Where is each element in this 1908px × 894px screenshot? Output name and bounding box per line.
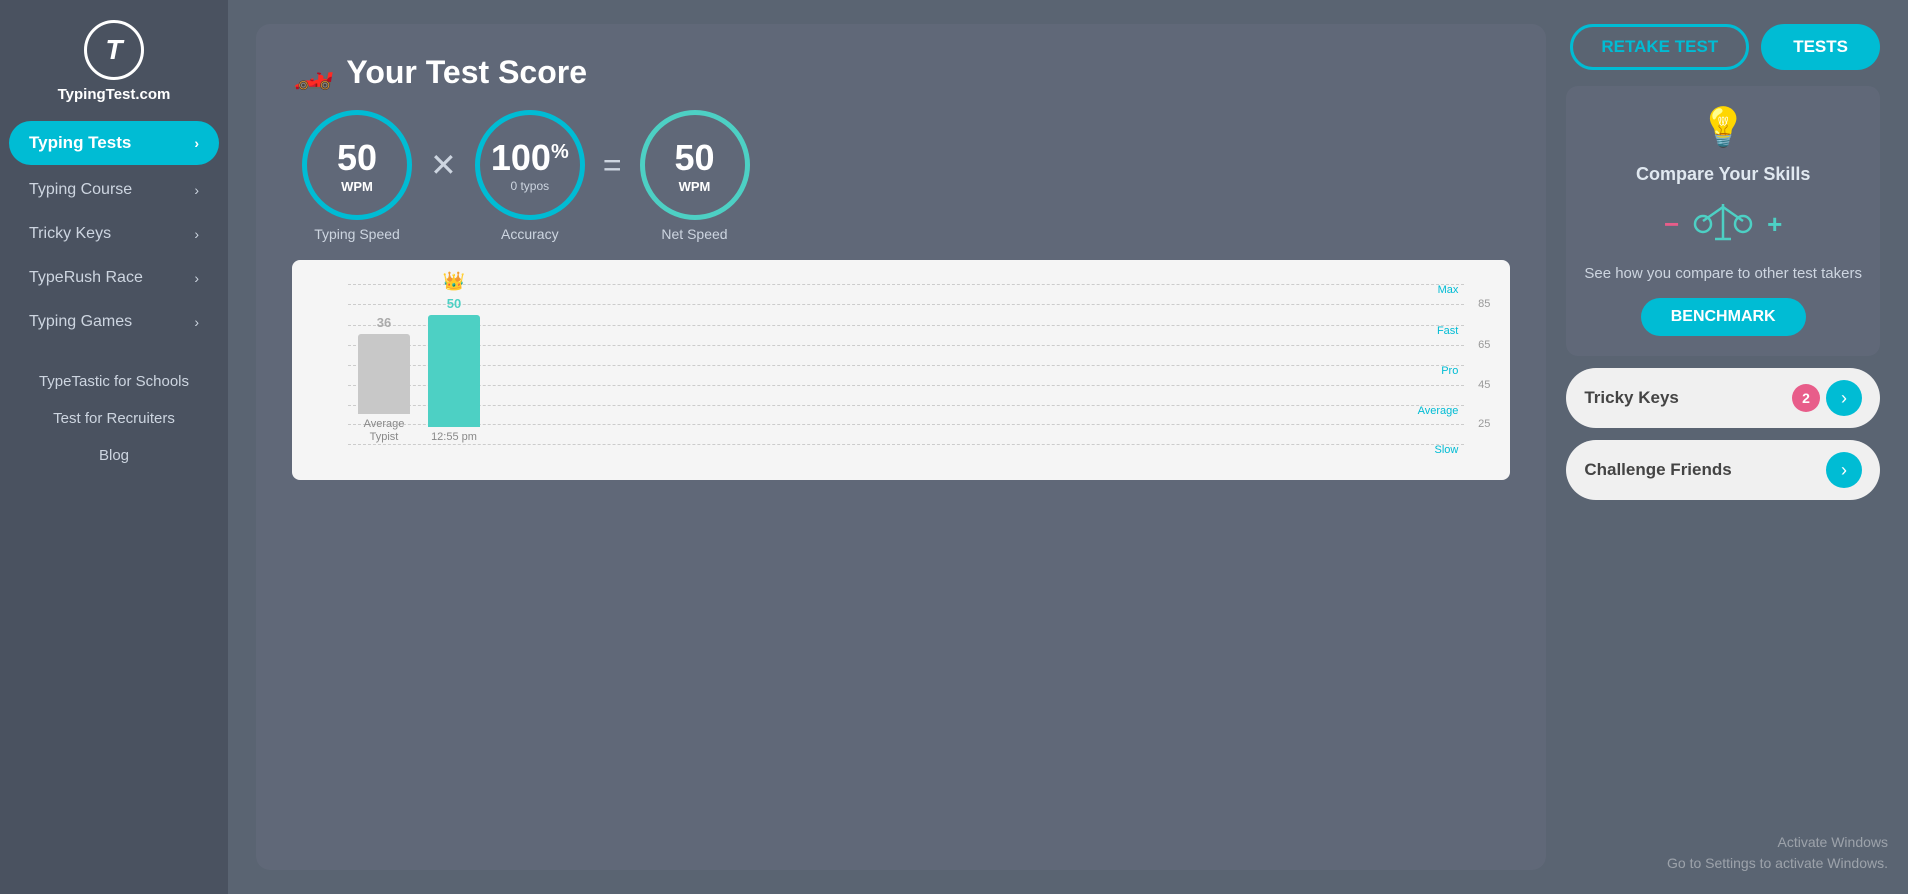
nav-label-typing-games: Typing Games (29, 313, 132, 331)
accuracy-sub: 0 typos (510, 179, 549, 193)
logo-icon: T (105, 34, 122, 66)
typing-speed-container: 50 WPM Typing Speed (302, 110, 412, 242)
compare-title: Compare Your Skills (1636, 164, 1810, 185)
plus-icon: + (1767, 209, 1782, 240)
speedometer-icon: 🏎️ (292, 52, 334, 92)
equals-operator: = (603, 147, 622, 206)
accuracy-value: 100 (491, 137, 551, 179)
content-area: 🏎️ Your Test Score 50 WPM Typing Speed ✕ (256, 24, 1880, 870)
chart-line-85 (348, 304, 1464, 305)
bar-avg-value: 36 (377, 315, 391, 330)
nav-label-typing-course: Typing Course (29, 181, 132, 199)
chart-y-45: 45 (1478, 379, 1490, 391)
accuracy-container: 100 % 0 typos Accuracy (475, 110, 585, 242)
sidebar: T TypingTest.com Typing Tests › Typing C… (0, 0, 228, 894)
retake-test-button[interactable]: RETAKE TEST (1570, 24, 1749, 70)
chevron-right-icon: › (194, 270, 199, 286)
percent-sign: % (551, 137, 569, 164)
nav-label-typing-tests: Typing Tests (29, 133, 131, 153)
right-panel: RETAKE TEST TESTS 💡 Compare Your Skills … (1566, 24, 1880, 870)
chevron-right-icon: › (194, 182, 199, 198)
chart-line-25 (348, 424, 1464, 425)
bar-avg-label: AverageTypist (364, 418, 405, 444)
chart-line-65 (348, 345, 1464, 346)
compare-card: 💡 Compare Your Skills − + See ho (1566, 86, 1880, 356)
chart-line-pro (348, 365, 1464, 366)
crown-icon: 👑 (443, 271, 465, 292)
chart-line-avg (348, 405, 1464, 406)
compare-scales: − + (1664, 199, 1782, 249)
sidebar-item-tricky-keys[interactable]: Tricky Keys › (9, 213, 219, 255)
nav-label-typerush-race: TypeRush Race (29, 269, 143, 287)
sidebar-item-typing-tests[interactable]: Typing Tests › (9, 121, 219, 165)
nav-label-tricky-keys: Tricky Keys (29, 225, 111, 243)
logo-text: TypingTest.com (58, 86, 171, 103)
net-speed-container: 50 WPM Net Speed (640, 110, 750, 242)
net-speed-unit: WPM (679, 179, 711, 194)
score-header: 🏎️ Your Test Score (292, 52, 1510, 92)
tricky-keys-row[interactable]: Tricky Keys 2 › (1566, 368, 1880, 428)
compare-description: See how you compare to other test takers (1584, 263, 1862, 284)
challenge-friends-arrow[interactable]: › (1826, 452, 1862, 488)
sidebar-item-blog[interactable]: Blog (9, 437, 219, 474)
benchmark-button[interactable]: BENCHMARK (1641, 298, 1806, 336)
chevron-right-icon: › (194, 135, 199, 151)
multiply-operator: ✕ (430, 146, 457, 206)
challenge-friends-row[interactable]: Challenge Friends › (1566, 440, 1880, 500)
chevron-right-icon: › (194, 314, 199, 330)
challenge-friends-label: Challenge Friends (1584, 460, 1731, 480)
bar-avg (358, 334, 410, 414)
chart-line-slow (348, 444, 1464, 445)
chart-label-max: Max (1438, 284, 1459, 296)
minus-icon: − (1664, 209, 1679, 240)
chart-inner: 85 65 45 25 Max Fast Pro Average Slow 36 (308, 274, 1494, 472)
accuracy-label: Accuracy (501, 226, 559, 242)
logo-area: T TypingTest.com (58, 20, 171, 103)
sidebar-item-typing-games[interactable]: Typing Games › (9, 301, 219, 343)
chart-bars: 36 AverageTypist 👑 50 12:55 pm (358, 271, 480, 444)
bar-user-value: 50 (447, 296, 461, 311)
lightbulb-icon: 💡 (1700, 106, 1747, 150)
accuracy-circle: 100 % 0 typos (475, 110, 585, 220)
typing-speed-label: Typing Speed (314, 226, 400, 242)
bar-user (428, 315, 480, 427)
bar-user-label: 12:55 pm (431, 431, 477, 444)
tricky-keys-badge: 2 (1792, 384, 1820, 412)
score-title: Your Test Score (346, 54, 587, 91)
sidebar-item-typing-course[interactable]: Typing Course › (9, 169, 219, 211)
sidebar-item-typerush-race[interactable]: TypeRush Race › (9, 257, 219, 299)
net-speed-circle: 50 WPM (640, 110, 750, 220)
chart-label-average: Average (1418, 405, 1459, 417)
chart-label-fast: Fast (1437, 325, 1458, 337)
sidebar-item-typetastic[interactable]: TypeTastic for Schools (9, 363, 219, 400)
main-content: 🏎️ Your Test Score 50 WPM Typing Speed ✕ (228, 0, 1908, 894)
scales-icon (1693, 199, 1753, 249)
tricky-keys-label: Tricky Keys (1584, 388, 1679, 408)
chart-y-85: 85 (1478, 298, 1490, 310)
tricky-keys-arrow[interactable]: › (1826, 380, 1862, 416)
chart-y-65: 65 (1478, 339, 1490, 351)
chart-y-25: 25 (1478, 418, 1490, 430)
sidebar-item-test-recruiters[interactable]: Test for Recruiters (9, 400, 219, 437)
score-circles: 50 WPM Typing Speed ✕ 100 % 0 typos Accu (292, 110, 1510, 242)
net-speed-value: 50 (674, 137, 714, 179)
typing-speed-unit: WPM (341, 179, 373, 194)
logo-circle: T (84, 20, 144, 80)
net-speed-label: Net Speed (661, 226, 727, 242)
chevron-right-icon: › (194, 226, 199, 242)
typing-speed-value: 50 (337, 137, 377, 179)
chart-label-slow: Slow (1435, 444, 1459, 456)
bar-user-group: 👑 50 12:55 pm (428, 271, 480, 444)
chart-line-45 (348, 385, 1464, 386)
bar-avg-group: 36 AverageTypist (358, 315, 410, 444)
typing-speed-circle: 50 WPM (302, 110, 412, 220)
action-buttons: RETAKE TEST TESTS (1566, 24, 1880, 70)
tricky-keys-right: 2 › (1782, 380, 1862, 416)
chart-line-max (348, 284, 1464, 285)
chart-label-pro: Pro (1441, 365, 1458, 377)
tests-button[interactable]: TESTS (1761, 24, 1880, 70)
chart-area: 85 65 45 25 Max Fast Pro Average Slow 36 (292, 260, 1510, 480)
chart-line-fast (348, 325, 1464, 326)
score-card: 🏎️ Your Test Score 50 WPM Typing Speed ✕ (256, 24, 1546, 870)
